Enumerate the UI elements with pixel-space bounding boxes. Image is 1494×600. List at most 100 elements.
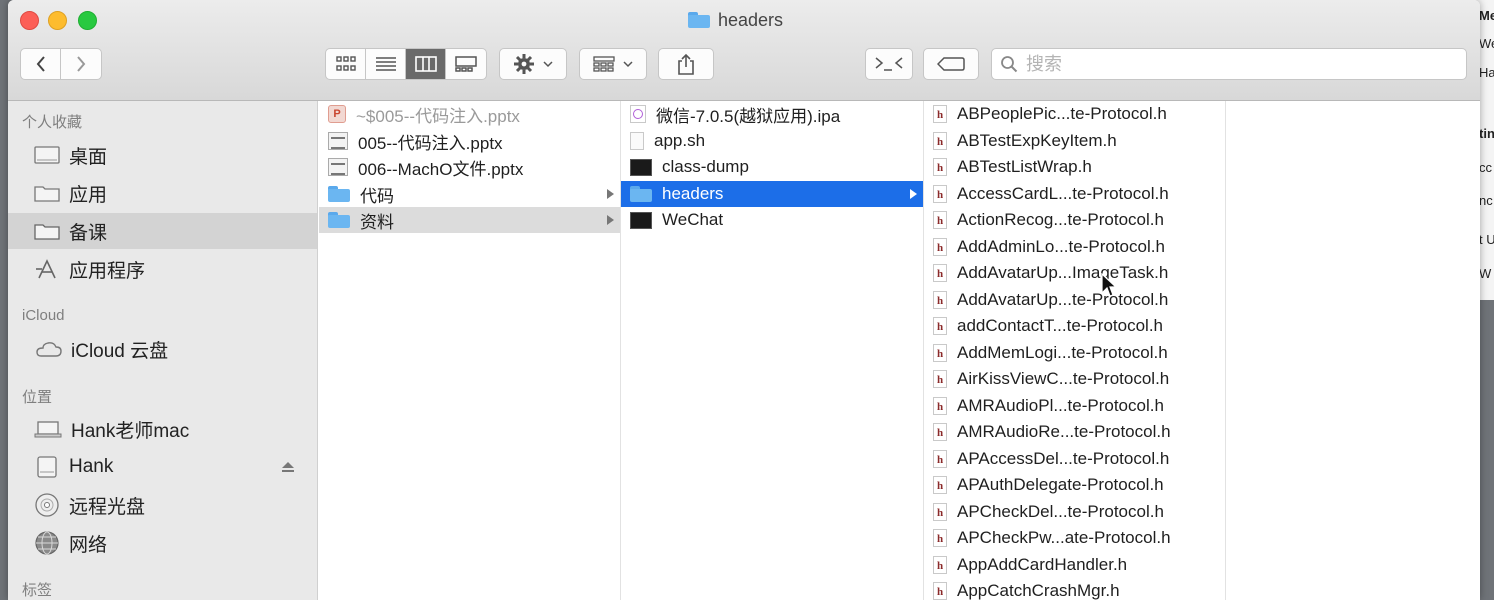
list-view-button[interactable]: [366, 49, 406, 79]
column-4-empty: [1226, 101, 1480, 600]
folder-icon: [34, 186, 60, 202]
sidebar-item-label: 网络: [69, 534, 108, 556]
file-row[interactable]: app.sh: [621, 128, 923, 154]
background-text: We: [1479, 36, 1494, 51]
file-name: 006--MachO文件.pptx: [358, 159, 524, 179]
disc-icon: [35, 493, 59, 517]
gallery-view-button[interactable]: [446, 49, 486, 79]
file-name: 资料: [360, 212, 394, 232]
header-file-icon: h: [933, 503, 947, 521]
file-name: AMRAudioRe...te-Protocol.h: [957, 422, 1171, 441]
folder-row[interactable]: headers: [621, 181, 923, 207]
header-file-icon: h: [933, 556, 947, 574]
header-file-row[interactable]: h APCheckDel...te-Protocol.h: [924, 499, 1225, 525]
chevron-down-icon: [543, 61, 553, 68]
sidebar-item-hank-disk[interactable]: Hank: [8, 449, 317, 485]
sidebar-item-desktop[interactable]: 桌面: [8, 137, 317, 173]
forward-button[interactable]: [61, 49, 101, 79]
tags-button[interactable]: [923, 48, 979, 80]
ipa-file-icon: [630, 105, 646, 123]
header-file-row[interactable]: h ABTestExpKeyItem.h: [924, 128, 1225, 154]
document-icon: [630, 132, 644, 150]
header-file-row[interactable]: h ABTestListWrap.h: [924, 154, 1225, 180]
file-row[interactable]: 微信-7.0.5(越狱应用).ipa: [621, 101, 923, 127]
header-file-row[interactable]: h AddAdminLo...te-Protocol.h: [924, 234, 1225, 260]
sidebar-item-lesson-prep[interactable]: 备课: [8, 213, 317, 249]
file-row[interactable]: 006--MachO文件.pptx: [319, 154, 620, 180]
disclosure-arrow-icon: [910, 189, 917, 199]
file-name: AddAvatarUp...ImageTask.h: [957, 263, 1169, 282]
column-view-button[interactable]: [406, 49, 446, 79]
close-button[interactable]: [20, 11, 39, 30]
file-name: app.sh: [654, 131, 706, 150]
folder-row[interactable]: 代码: [319, 181, 620, 207]
chevron-left-icon: [36, 56, 45, 72]
header-file-row[interactable]: h APAccessDel...te-Protocol.h: [924, 446, 1225, 472]
file-name: AppAddCardHandler.h: [957, 555, 1128, 574]
file-name: APAccessDel...te-Protocol.h: [957, 449, 1170, 468]
file-name: AccessCardL...te-Protocol.h: [957, 184, 1169, 203]
mouse-cursor-icon: [1101, 273, 1118, 297]
sidebar-item-network[interactable]: 网络: [8, 525, 317, 561]
sidebar-item-label: 应用程序: [69, 260, 146, 282]
column-2: 微信-7.0.5(越狱应用).ipa app.sh class-dump hea…: [621, 101, 924, 600]
sidebar-item-label: 应用: [69, 184, 108, 206]
disclosure-arrow-icon: [607, 215, 614, 225]
sidebar-item-apps-folder[interactable]: 应用: [8, 175, 317, 211]
header-file-row[interactable]: h APCheckPw...ate-Protocol.h: [924, 525, 1225, 551]
file-name: 005--代码注入.pptx: [358, 133, 503, 153]
group-menu-button[interactable]: [579, 48, 647, 80]
disk-icon: [37, 456, 57, 478]
sidebar-item-label: 备课: [69, 222, 108, 244]
eject-icon[interactable]: [281, 461, 295, 473]
header-file-row[interactable]: h AppAddCardHandler.h: [924, 552, 1225, 578]
cloud-icon: [36, 342, 62, 357]
sidebar-item-icloud-drive[interactable]: iCloud 云盘: [8, 331, 317, 367]
file-name: ~$005--代码注入.pptx: [356, 106, 520, 126]
finder-window: headers 搜索 个人收藏 桌面 应用 备课 应用程序 iCloud iCl…: [8, 0, 1480, 600]
action-menu-button[interactable]: [499, 48, 567, 80]
header-file-row[interactable]: h AddAvatarUp...ImageTask.h: [924, 260, 1225, 286]
header-file-icon: h: [933, 105, 947, 123]
back-button[interactable]: [21, 49, 61, 79]
terminal-button[interactable]: [865, 48, 913, 80]
file-name: ABTestListWrap.h: [957, 157, 1092, 176]
file-name: WeChat: [662, 210, 724, 229]
header-file-row[interactable]: h ActionRecog...te-Protocol.h: [924, 207, 1225, 233]
file-name: 代码: [360, 186, 394, 206]
sidebar-item-applications[interactable]: 应用程序: [8, 251, 317, 287]
folder-icon: [630, 186, 652, 202]
file-name: AddMemLogi...te-Protocol.h: [957, 343, 1168, 362]
header-file-row[interactable]: h ABPeoplePic...te-Protocol.h: [924, 101, 1225, 127]
header-file-icon: h: [933, 158, 947, 176]
file-row[interactable]: WeChat: [621, 207, 923, 233]
zoom-button[interactable]: [78, 11, 97, 30]
file-row[interactable]: P ~$005--代码注入.pptx: [319, 101, 620, 127]
sidebar-section-tags: 标签: [22, 582, 53, 599]
file-name: AddAvatarUp...te-Protocol.h: [957, 290, 1169, 309]
search-field[interactable]: [991, 48, 1467, 80]
grid-icon: [335, 56, 356, 71]
share-button[interactable]: [658, 48, 714, 80]
sidebar-item-label: 远程光盘: [69, 496, 146, 518]
sidebar-item-computer[interactable]: Hank老师mac: [8, 411, 317, 447]
header-file-row[interactable]: h AirKissViewC...te-Protocol.h: [924, 366, 1225, 392]
minimize-button[interactable]: [48, 11, 67, 30]
header-file-row[interactable]: h AppCatchCrashMgr.h: [924, 578, 1225, 600]
header-file-row[interactable]: h addContactT...te-Protocol.h: [924, 313, 1225, 339]
sidebar-item-label: iCloud 云盘: [71, 340, 169, 362]
file-row[interactable]: 005--代码注入.pptx: [319, 128, 620, 154]
column-1: P ~$005--代码注入.pptx 005--代码注入.pptx 006--M…: [319, 101, 621, 600]
folder-icon: [328, 212, 350, 228]
file-row[interactable]: class-dump: [621, 154, 923, 180]
header-file-row[interactable]: h APAuthDelegate-Protocol.h: [924, 472, 1225, 498]
header-file-row[interactable]: h AMRAudioPl...te-Protocol.h: [924, 393, 1225, 419]
folder-row[interactable]: 资料: [319, 207, 620, 233]
icon-view-button[interactable]: [326, 49, 366, 79]
header-file-row[interactable]: h AddAvatarUp...te-Protocol.h: [924, 287, 1225, 313]
header-file-row[interactable]: h AccessCardL...te-Protocol.h: [924, 181, 1225, 207]
header-file-row[interactable]: h AMRAudioRe...te-Protocol.h: [924, 419, 1225, 445]
header-file-row[interactable]: h AddMemLogi...te-Protocol.h: [924, 340, 1225, 366]
search-input[interactable]: [1024, 52, 1448, 76]
sidebar-item-remote-disc[interactable]: 远程光盘: [8, 487, 317, 523]
